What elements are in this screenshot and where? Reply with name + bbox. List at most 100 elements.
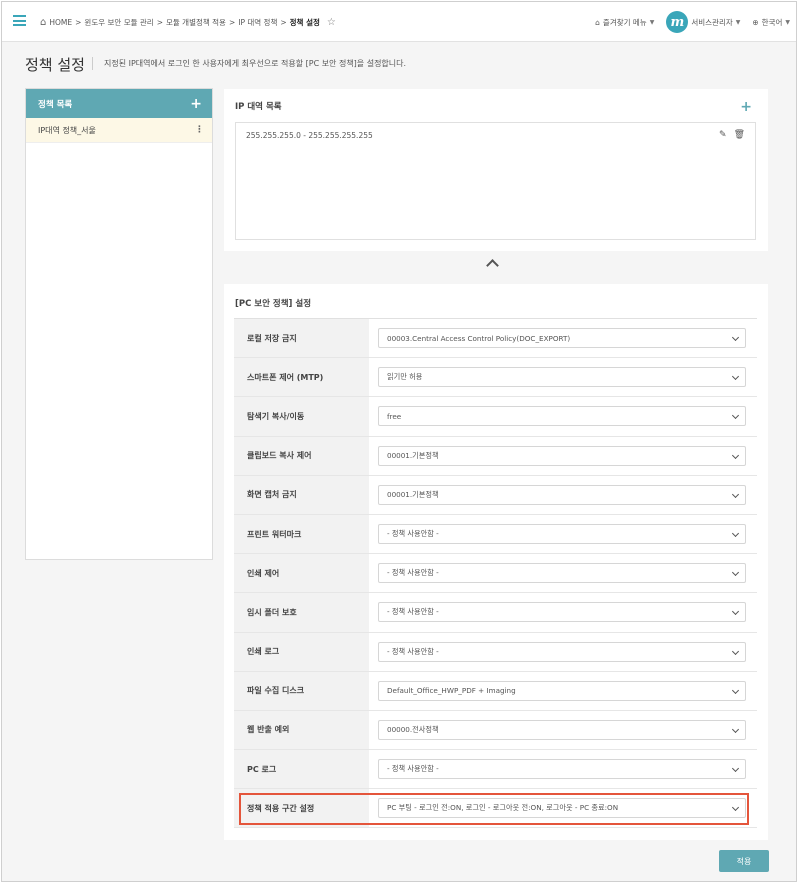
policy-select[interactable]: free (378, 406, 746, 427)
pc-policy-panel: [PC 보안 정책] 설정 로컬 저장 금지 00003.Central Acce… (224, 284, 768, 840)
table-row: 웹 반출 예외 00000.전사정책 (234, 710, 757, 751)
pc-policy-title: [PC 보안 정책] 설정 (235, 299, 312, 309)
trash-icon[interactable]: 🗑 (734, 130, 745, 140)
page-title: 정책 설정 (25, 56, 85, 74)
table-row: 프린트 워터마크 - 정책 사용안함 - (234, 514, 757, 555)
policy-row-cell: - 정책 사용안함 - (369, 515, 757, 553)
list-item[interactable]: 255.255.255.0 - 255.255.255.255 ✎ 🗑 (236, 123, 755, 147)
policy-row-cell: - 정책 사용안함 - (369, 750, 757, 788)
policy-select-value: 00000.전사정책 (387, 724, 439, 734)
apply-button[interactable]: 적용 (719, 850, 769, 872)
caret-down-icon: ▼ (735, 18, 741, 26)
policy-item-label: IP대역 정책_서울 (38, 125, 96, 135)
policy-row-cell: Default_Office_HWP_PDF + Imaging (369, 672, 757, 710)
chevron-down-icon (731, 334, 740, 342)
policy-select-value: - 정책 사용안함 - (387, 607, 439, 617)
chevron-down-icon (731, 686, 740, 694)
policy-row-label: 파일 수집 디스크 (234, 671, 369, 710)
language-menu[interactable]: ⊕ 한국어 ▼ (752, 17, 790, 28)
policy-select[interactable]: - 정책 사용안함 - (378, 602, 746, 623)
policy-row-label: 화면 캡처 금지 (234, 475, 369, 514)
policy-list-panel: 정책 목록 + IP대역 정책_서울 ⋮ (25, 88, 213, 560)
kebab-menu-icon[interactable]: ⋮ (195, 125, 204, 135)
policy-row-cell: 00000.전사정책 (369, 711, 757, 749)
breadcrumb-home[interactable]: HOME (49, 18, 72, 27)
favorites-menu[interactable]: ⌂ 즐겨찾기 메뉴 ▼ (595, 17, 654, 28)
ip-range-list: 255.255.255.0 - 255.255.255.255 ✎ 🗑 (235, 122, 756, 240)
table-row: 탐색기 복사/이동 free (234, 397, 757, 437)
policy-select-value: Default_Office_HWP_PDF + Imaging (387, 686, 516, 696)
add-policy-icon[interactable]: + (190, 97, 202, 111)
policy-select[interactable]: 00001.기본정책 (378, 445, 746, 466)
policy-row-label: 웹 반출 예외 (234, 710, 369, 750)
caret-down-icon: ▼ (785, 18, 790, 26)
chevron-down-icon (731, 647, 740, 655)
header-right: ⌂ 즐겨찾기 메뉴 ▼ m 서비스관리자 ▼ ⊕ 한국어 ▼ (595, 11, 790, 33)
breadcrumb-module-policy[interactable]: 모듈 개별정책 적용 (166, 17, 226, 28)
table-row: 파일 수집 디스크 Default_Office_HWP_PDF + Imagin… (234, 671, 757, 711)
policy-row-label: 로컬 저장 금지 (234, 319, 369, 358)
policy-select-value: 00001.기본정책 (387, 450, 439, 460)
table-row: 정책 적용 구간 설정 PC 부팅 - 로그인 전:ON, 로그인 - 로그아웃 … (234, 789, 757, 829)
policy-row-label: 임시 폴더 보호 (234, 593, 369, 632)
chevron-down-icon (731, 412, 740, 420)
table-row: 화면 캡처 금지 00001.기본정책 (234, 475, 757, 515)
home-icon[interactable]: ⌂ (40, 17, 46, 28)
table-row: 로컬 저장 금지 00003.Central Access Control Pol… (234, 319, 757, 359)
ip-range-panel: IP 대역 목록 + 255.255.255.0 - 255.255.255.2… (224, 89, 768, 251)
policy-row-cell: 00003.Central Access Control Policy(DOC_… (369, 319, 757, 357)
policy-select[interactable]: Default_Office_HWP_PDF + Imaging (378, 680, 746, 701)
policy-select[interactable]: 00001.기본정책 (378, 484, 746, 505)
policy-list-header: 정책 목록 + (26, 89, 212, 118)
home-icon: ⌂ (595, 17, 600, 27)
policy-row-label: 정책 적용 구간 설정 (234, 789, 369, 828)
policy-row-cell: free (369, 397, 757, 435)
chevron-down-icon (731, 765, 740, 773)
policy-select-value: - 정책 사용안함 - (387, 529, 439, 539)
pc-policy-table: 로컬 저장 금지 00003.Central Access Control Pol… (234, 318, 757, 829)
star-icon[interactable]: ☆ (327, 17, 336, 28)
list-item[interactable]: IP대역 정책_서울 ⋮ (26, 118, 212, 143)
policy-row-cell: - 정책 사용안함 - (369, 633, 757, 671)
policy-select[interactable]: - 정책 사용안함 - (378, 759, 746, 780)
table-row: PC 로그 - 정책 사용안함 - (234, 750, 757, 790)
chevron-down-icon (731, 608, 740, 616)
policy-select[interactable]: - 정책 사용안함 - (378, 641, 746, 662)
policy-row-label: 프린트 워터마크 (234, 514, 369, 554)
page-description: 지정된 IP대역에서 로그인 한 사용자에게 최우선으로 적용할 [PC 보안 … (104, 59, 407, 68)
chevron-down-icon (731, 529, 740, 538)
menu-icon[interactable] (13, 15, 26, 26)
chevron-down-icon (731, 804, 740, 812)
policy-select[interactable]: - 정책 사용안함 - (378, 563, 746, 584)
policy-select-value: 00003.Central Access Control Policy(DOC_… (387, 333, 571, 343)
policy-row-label: PC 로그 (234, 750, 369, 789)
policy-row-cell: 00001.기본정책 (369, 437, 757, 475)
add-ip-range-icon[interactable]: + (740, 100, 752, 114)
policy-select[interactable]: PC 부팅 - 로그인 전:ON, 로그인 - 로그아웃 전:ON, 로그아웃 … (378, 798, 746, 819)
table-row: 임시 폴더 보호 - 정책 사용안함 - (234, 593, 757, 633)
breadcrumb-ip-policy[interactable]: IP 대역 정책 (238, 17, 277, 28)
chevron-down-icon (731, 373, 740, 381)
chevron-down-icon (731, 725, 740, 734)
policy-row-label: 인쇄 로그 (234, 632, 369, 671)
ip-range-value: 255.255.255.0 - 255.255.255.255 (246, 130, 373, 140)
user-menu[interactable]: m 서비스관리자 ▼ (666, 11, 740, 33)
policy-select[interactable]: 00003.Central Access Control Policy(DOC_… (378, 328, 746, 349)
chevron-down-icon (731, 569, 740, 577)
collapse-toggle[interactable] (486, 257, 499, 272)
policy-select-value: 읽기만 허용 (387, 372, 423, 382)
policy-row-label: 인쇄 제어 (234, 554, 369, 593)
policy-row-cell: 읽기만 허용 (369, 358, 757, 396)
policy-select-value: 00001.기본정책 (387, 489, 439, 499)
policy-row-label: 클립보드 복사 제어 (234, 436, 369, 475)
table-row: 인쇄 제어 - 정책 사용안함 - (234, 554, 757, 594)
top-bar: ⌂ HOME > 윈도우 보안 모듈 관리 > 모듈 개별정책 적용 > IP … (2, 2, 796, 42)
edit-pencil-icon[interactable]: ✎ (719, 130, 727, 140)
breadcrumb-windows-module[interactable]: 윈도우 보안 모듈 관리 (84, 17, 153, 28)
policy-select[interactable]: - 정책 사용안함 - (378, 524, 746, 545)
policy-row-label: 스마트폰 제어 (MTP) (234, 358, 369, 397)
ip-range-title: IP 대역 목록 (235, 102, 282, 112)
table-row: 클립보드 복사 제어 00001.기본정책 (234, 436, 757, 476)
policy-select[interactable]: 읽기만 허용 (378, 367, 746, 388)
policy-select[interactable]: 00000.전사정책 (378, 719, 746, 740)
